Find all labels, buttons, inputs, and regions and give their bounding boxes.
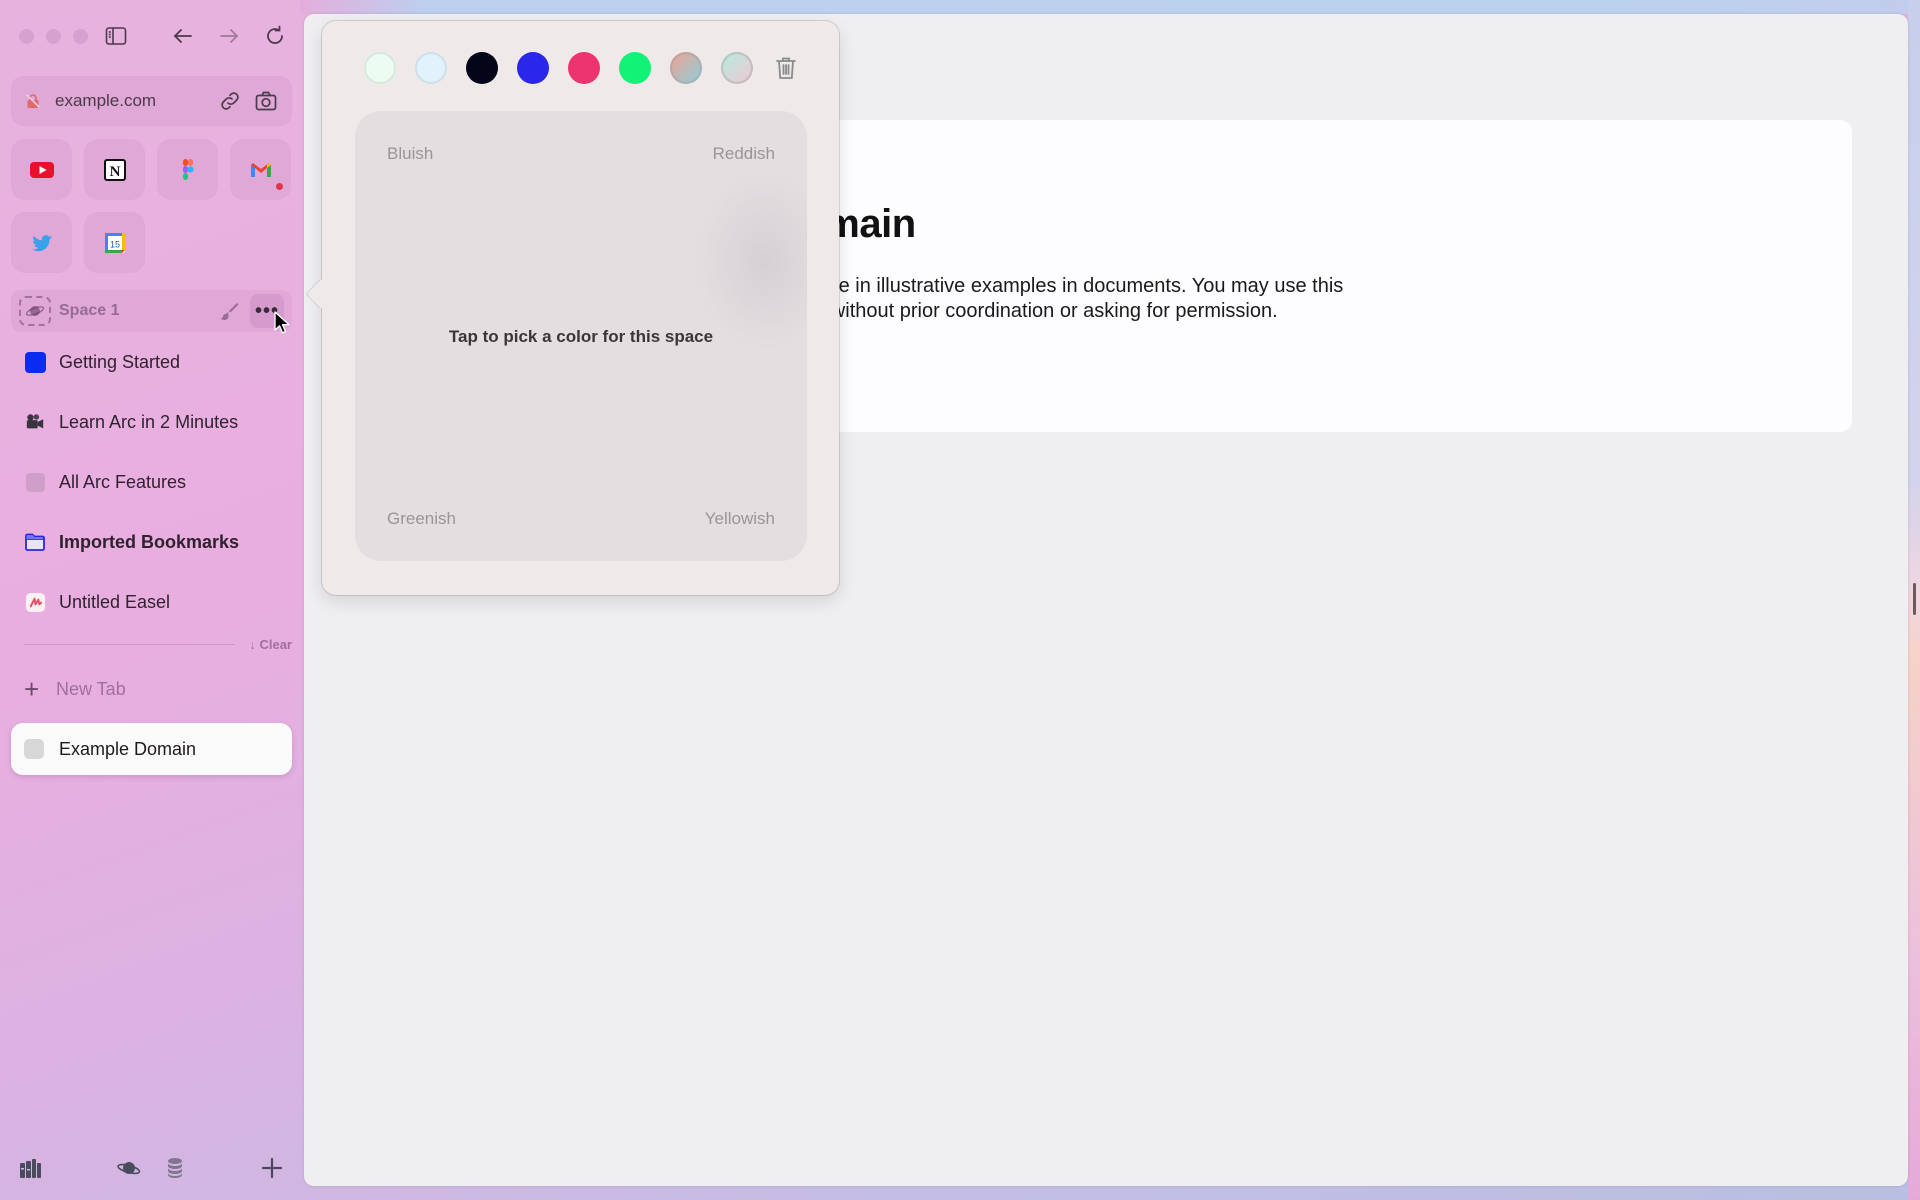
archive-database-icon[interactable] xyxy=(161,1154,189,1182)
swatch-green[interactable] xyxy=(619,52,651,84)
swatch-mint-pink-gradient[interactable] xyxy=(721,52,753,84)
space-header[interactable]: Space 1 ••• xyxy=(11,290,292,332)
svg-text:N: N xyxy=(109,164,120,180)
pinned-tab-untitled-easel[interactable]: Untitled Easel xyxy=(11,578,292,626)
notion-icon: N xyxy=(103,158,126,181)
space-icon[interactable] xyxy=(19,296,51,326)
swatch-coral-teal-gradient[interactable] xyxy=(670,52,702,84)
back-arrow-icon[interactable] xyxy=(169,22,197,50)
url-text[interactable]: example.com xyxy=(55,91,206,111)
favorites-grid: N 15 xyxy=(11,139,291,273)
video-camera-icon xyxy=(24,411,46,433)
sidebar-toggle-icon[interactable] xyxy=(102,22,130,50)
swatch-black[interactable] xyxy=(466,52,498,84)
swatch-blue[interactable] xyxy=(517,52,549,84)
label-bluish: Bluish xyxy=(387,144,434,163)
favorite-calendar[interactable]: 15 xyxy=(84,212,145,273)
easel-icon xyxy=(24,591,46,613)
divider-line xyxy=(24,643,236,645)
window-controls xyxy=(19,29,88,44)
zoom-window-button[interactable] xyxy=(73,29,88,44)
youtube-icon xyxy=(29,161,54,178)
library-icon[interactable] xyxy=(17,1154,45,1182)
camera-icon[interactable] xyxy=(254,89,278,113)
blue-square-icon xyxy=(24,351,46,373)
active-tab-example-domain[interactable]: Example Domain xyxy=(11,723,292,775)
notification-dot xyxy=(276,183,283,190)
window-top-edge xyxy=(300,0,1920,14)
label-yellowish: Yellowish xyxy=(704,509,775,528)
add-space-plus-icon[interactable] xyxy=(258,1154,286,1182)
square-icon xyxy=(24,471,46,493)
reload-icon[interactable] xyxy=(261,22,289,50)
swatch-mint[interactable] xyxy=(364,52,396,84)
page-paragraph: s for use in illustrative examples in do… xyxy=(818,275,1344,322)
swatch-pink-red[interactable] xyxy=(568,52,600,84)
color-picker-area[interactable]: Bluish Reddish Tap to pick a color for t… xyxy=(355,111,807,561)
favorite-gmail[interactable] xyxy=(230,139,291,200)
clear-tabs-button[interactable]: ↓ Clear xyxy=(249,637,292,652)
calendar-icon: 15 xyxy=(104,232,125,253)
svg-text:15: 15 xyxy=(109,239,119,249)
label-reddish: Reddish xyxy=(712,144,775,163)
minimize-window-button[interactable] xyxy=(46,29,61,44)
pinned-tab-getting-started[interactable]: Getting Started xyxy=(11,338,292,386)
color-swatches xyxy=(364,52,800,84)
space-name[interactable]: Space 1 xyxy=(59,302,218,320)
picker-handle-glow xyxy=(695,171,807,351)
swatch-light-blue[interactable] xyxy=(415,52,447,84)
sidebar: example.com N 15 Space 1 ••• Getting Sta… xyxy=(0,0,300,1200)
today-divider: ↓ Clear xyxy=(24,636,292,652)
pinned-tab-learn-arc[interactable]: Learn Arc in 2 Minutes xyxy=(11,398,292,446)
picker-hint: Tap to pick a color for this space xyxy=(448,327,714,346)
favorite-twitter[interactable] xyxy=(11,212,72,273)
pinned-folder-imported-bookmarks[interactable]: Imported Bookmarks xyxy=(11,518,292,566)
spaces-planet-icon[interactable] xyxy=(115,1154,143,1182)
planet-icon xyxy=(25,306,45,316)
space-color-popover: Bluish Reddish Tap to pick a color for t… xyxy=(306,21,839,595)
insecure-lock-icon xyxy=(25,93,41,109)
page-favicon-icon xyxy=(24,739,44,759)
favorite-notion[interactable]: N xyxy=(84,139,145,200)
new-tab-button[interactable]: + New Tab xyxy=(24,674,126,704)
favorite-figma[interactable] xyxy=(157,139,218,200)
figma-icon xyxy=(182,158,193,180)
plus-icon: + xyxy=(24,674,40,704)
label-greenish: Greenish xyxy=(387,509,456,528)
window-resize-handle[interactable] xyxy=(1913,583,1916,615)
pinned-tab-all-arc-features[interactable]: All Arc Features xyxy=(11,458,292,506)
forward-arrow-icon[interactable] xyxy=(215,22,243,50)
trash-icon[interactable] xyxy=(772,54,800,82)
paintbrush-icon[interactable] xyxy=(218,300,240,322)
mouse-cursor-icon xyxy=(274,311,290,334)
folder-icon xyxy=(24,531,46,553)
close-window-button[interactable] xyxy=(19,29,34,44)
twitter-icon xyxy=(31,234,52,251)
sidebar-bottom-bar xyxy=(0,1150,300,1186)
link-icon[interactable] xyxy=(218,89,242,113)
url-bar[interactable]: example.com xyxy=(11,76,292,126)
favorite-youtube[interactable] xyxy=(11,139,72,200)
example-domain-card: le Domain s for use in illustrative exam… xyxy=(818,120,1852,432)
gmail-icon xyxy=(250,162,271,177)
